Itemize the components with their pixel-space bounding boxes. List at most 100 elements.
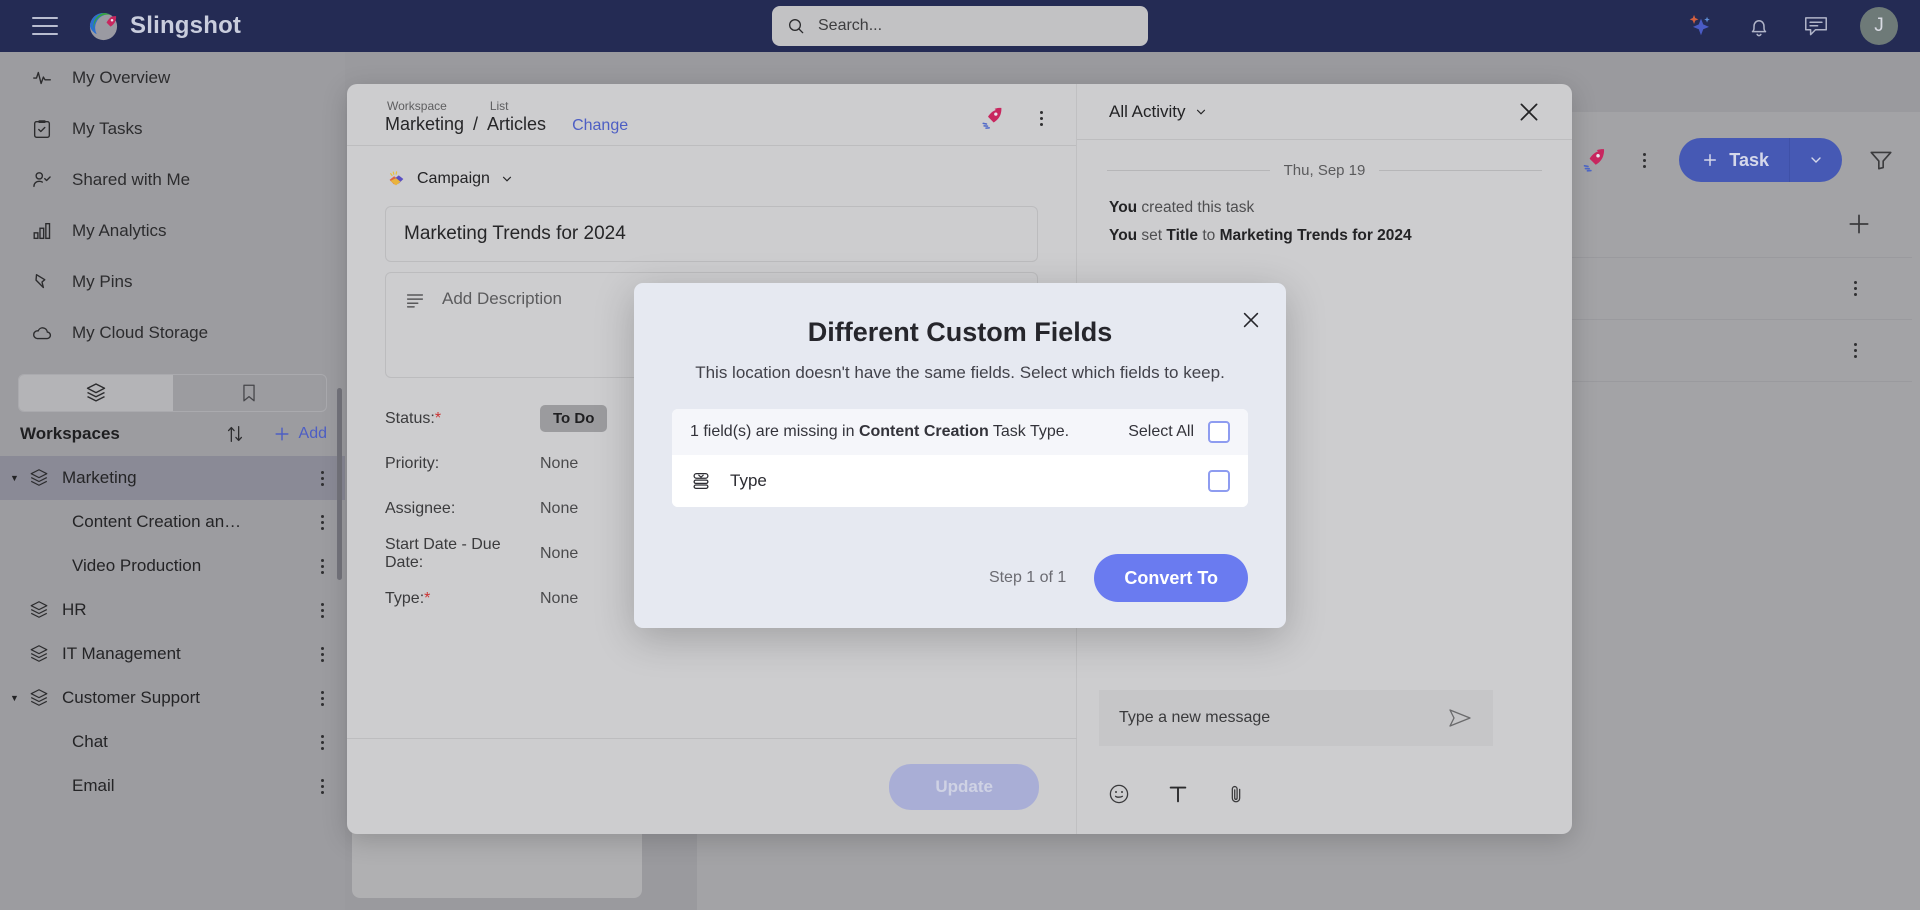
activity-entry: You created this task — [1077, 179, 1572, 217]
workspace-list: ▼ Marketing Content Creation an… Video Prod… — [0, 456, 345, 808]
chat-icon[interactable] — [1802, 13, 1830, 39]
plus-icon — [1704, 154, 1717, 166]
search-icon — [786, 16, 806, 36]
description-placeholder: Add Description — [442, 289, 563, 308]
missing-fields-card: 1 field(s) are missing in Content Creati… — [672, 409, 1248, 507]
rocket-icon[interactable] — [980, 105, 1006, 131]
modal-subtitle: This location doesn't have the same fiel… — [695, 363, 1225, 382]
emoji-icon[interactable] — [1107, 782, 1131, 806]
notice-prefix: 1 field(s) are missing in — [690, 423, 859, 440]
workspace-item[interactable]: HR — [0, 588, 345, 632]
workspace-label: Chat — [72, 732, 108, 751]
breadcrumb-list[interactable]: Articles — [487, 114, 546, 135]
filter-icon[interactable] — [1868, 147, 1894, 173]
task-title-value: Marketing Trends for 2024 — [404, 223, 626, 244]
brand[interactable]: Slingshot — [88, 11, 241, 42]
search-input[interactable]: Search... — [772, 6, 1148, 46]
add-workspace-button[interactable]: Add — [272, 424, 327, 444]
workspace-item[interactable]: ▼ Marketing — [0, 456, 345, 500]
campaign-selector[interactable]: Campaign — [347, 146, 1076, 190]
required-indicator: * — [434, 409, 442, 427]
workspaces-title: Workspaces — [20, 424, 120, 443]
message-input[interactable]: Type a new message — [1099, 690, 1493, 746]
sidebar-item-my-overview[interactable]: My Overview — [0, 52, 345, 103]
change-location-link[interactable]: Change — [572, 117, 628, 135]
workspace-more-icon[interactable] — [313, 602, 331, 618]
workspace-more-icon[interactable] — [313, 734, 331, 750]
attachment-icon[interactable] — [1225, 782, 1247, 806]
layers-icon — [26, 467, 52, 489]
add-task-button[interactable]: Task — [1679, 138, 1842, 182]
sort-arrows-icon[interactable] — [224, 423, 246, 445]
activity-filter[interactable]: All Activity — [1109, 102, 1516, 122]
bell-icon[interactable] — [1746, 13, 1772, 39]
field-name: Type — [730, 471, 767, 490]
sidebar-item-my-tasks[interactable]: My Tasks — [0, 103, 345, 154]
pin-icon — [30, 270, 54, 294]
campaign-label: Campaign — [417, 170, 490, 187]
message-placeholder: Type a new message — [1119, 709, 1271, 726]
description-lines-icon — [404, 289, 426, 361]
workspace-more-icon[interactable] — [313, 690, 331, 706]
task-field-value: None — [540, 454, 579, 472]
rocket-icon[interactable] — [1581, 146, 1609, 174]
chevron-down-icon[interactable]: ▼ — [10, 473, 26, 483]
update-button[interactable]: Update — [889, 763, 1039, 810]
close-icon[interactable] — [1240, 309, 1262, 331]
workspace-item[interactable]: Content Creation an… — [0, 500, 345, 544]
add-task-dropdown[interactable] — [1790, 152, 1842, 168]
workspace-more-icon[interactable] — [313, 470, 331, 486]
task-title-field[interactable]: Marketing Trends for 2024 — [385, 206, 1038, 262]
row-more-icon[interactable] — [1846, 343, 1864, 358]
sparkle-icon[interactable] — [1686, 13, 1716, 39]
workspace-item[interactable]: Email — [0, 764, 345, 808]
workspace-more-icon[interactable] — [313, 646, 331, 662]
task-more-icon[interactable] — [1032, 110, 1050, 126]
workspace-more-icon[interactable] — [313, 558, 331, 574]
text-format-icon[interactable] — [1167, 783, 1189, 805]
field-checkbox[interactable] — [1208, 470, 1230, 492]
sidebar-label: My Pins — [72, 271, 133, 291]
sidebar-item-shared-with-me[interactable]: Shared with Me — [0, 154, 345, 205]
workspace-item[interactable]: Video Production — [0, 544, 345, 588]
required-indicator: * — [424, 589, 431, 607]
task-detail-footer: Update — [347, 738, 1077, 834]
bar-chart-icon — [30, 219, 54, 243]
activity-text: created this task — [1137, 199, 1255, 216]
top-bar-actions: J — [1686, 0, 1898, 52]
sidebar-scrollbar[interactable] — [337, 388, 342, 580]
modal-title: Different Custom Fields — [807, 317, 1113, 347]
workspace-more-icon[interactable] — [313, 514, 331, 530]
sidebar-item-my-pins[interactable]: My Pins — [0, 256, 345, 307]
notice-suffix: Task Type. — [988, 423, 1070, 440]
row-more-icon[interactable] — [1846, 281, 1864, 296]
sidebar-label: My Tasks — [72, 118, 143, 138]
workspace-label: IT Management — [62, 644, 181, 663]
convert-to-button[interactable]: Convert To — [1094, 554, 1248, 602]
close-activity-icon[interactable] — [1516, 99, 1542, 125]
tab-bookmarks[interactable] — [173, 375, 327, 411]
task-field-label: Type:* — [385, 589, 431, 607]
plus-icon — [1849, 213, 1869, 234]
workspace-item[interactable]: IT Management — [0, 632, 345, 676]
menu-icon[interactable] — [32, 17, 58, 35]
workspace-item[interactable]: Chat — [0, 720, 345, 764]
workspace-more-icon[interactable] — [313, 778, 331, 794]
workspace-item[interactable]: ▼ Customer Support — [0, 676, 345, 720]
send-icon[interactable] — [1447, 706, 1473, 730]
chevron-down-icon[interactable]: ▼ — [10, 693, 26, 703]
breadcrumb-list-caption: List — [489, 99, 509, 113]
activity-entry: You set Title to Marketing Trends for 20… — [1077, 217, 1572, 245]
search-placeholder: Search... — [818, 17, 883, 34]
activity-actor: You — [1109, 199, 1138, 216]
tab-workspaces[interactable] — [19, 375, 173, 411]
sidebar-item-my-cloud-storage[interactable]: My Cloud Storage — [0, 307, 345, 358]
modal-footer: Step 1 of 1 Convert To — [989, 554, 1248, 602]
sidebar-item-my-analytics[interactable]: My Analytics — [0, 205, 345, 256]
field-row[interactable]: Type — [672, 455, 1248, 507]
select-all-checkbox[interactable] — [1208, 421, 1230, 443]
avatar[interactable]: J — [1860, 7, 1898, 45]
breadcrumb-workspace[interactable]: Marketing — [385, 114, 464, 135]
breadcrumb-workspace-caption: Workspace — [387, 99, 447, 113]
list-more-icon[interactable] — [1635, 152, 1653, 168]
